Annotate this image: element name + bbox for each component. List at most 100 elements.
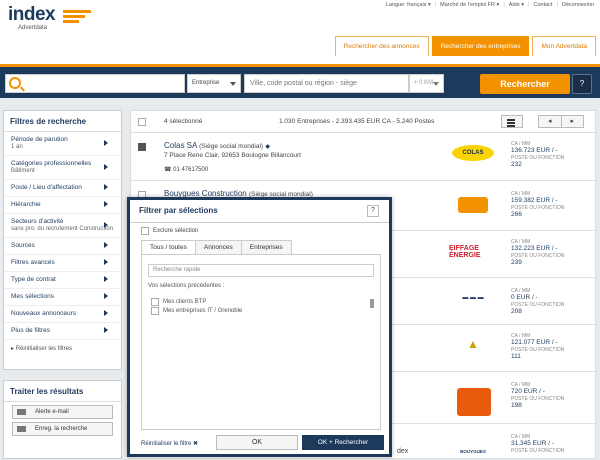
filter-new-advertisers[interactable]: Nouveaux annonceurs bbox=[4, 306, 121, 323]
filter-my-selections[interactable]: Mes sélections bbox=[4, 289, 121, 306]
chevron-right-icon bbox=[104, 184, 111, 190]
popover-footer: Réinitialiser le filtre ✖ OK OK + Recher… bbox=[130, 432, 389, 454]
company-logo: ▲ bbox=[467, 337, 479, 351]
filter-value: sans pro. du recrutement Construction bbox=[11, 226, 114, 232]
tab-ads[interactable]: Annonces bbox=[194, 240, 242, 255]
pager-prev-button[interactable]: ◂ bbox=[539, 116, 562, 127]
filter-label: Secteurs d'activité bbox=[11, 218, 64, 225]
exclude-selection-label: Exclure sélection bbox=[153, 228, 199, 234]
company-info: CA / MM 121.077 EUR / - POSTE OU FONCTIO… bbox=[511, 333, 565, 360]
exclude-selection-checkbox[interactable]: Exclure sélection bbox=[141, 227, 198, 235]
logo-bars-icon bbox=[63, 10, 91, 25]
save-icon bbox=[17, 426, 26, 432]
postes-value: 232 bbox=[511, 161, 522, 168]
tag-icon: ◆ bbox=[265, 144, 270, 150]
location-input[interactable]: Ville, code postal ou région - siège bbox=[244, 74, 409, 93]
logout-link[interactable]: Déconnexion bbox=[562, 2, 594, 8]
chevron-right-icon bbox=[104, 221, 111, 228]
filter-label: Sources bbox=[11, 242, 35, 249]
tab-companies[interactable]: Entreprises bbox=[240, 240, 292, 255]
chevron-right-icon bbox=[104, 293, 111, 299]
language-link[interactable]: Langue: français ▾ bbox=[386, 2, 431, 8]
company-logo: COLAS bbox=[452, 145, 494, 161]
filter-value: 1 an bbox=[11, 144, 23, 150]
selection-item[interactable]: Mes clients BTP bbox=[151, 298, 206, 306]
company-info: CA / MM 31.345 EUR / - POSTE OU FONCTION bbox=[511, 434, 565, 454]
quick-search-input[interactable]: Recherche rapide bbox=[148, 264, 374, 277]
list-menu-icon[interactable] bbox=[501, 115, 523, 128]
market-link[interactable]: Marché de l'emploi FR ▾ bbox=[440, 2, 499, 8]
filter-advanced[interactable]: Filtres avancés bbox=[4, 255, 121, 272]
tab-all[interactable]: Tous / toutes bbox=[141, 240, 196, 255]
filter-contract-type[interactable]: Type de contrat bbox=[4, 272, 121, 289]
row-checkbox[interactable] bbox=[138, 143, 146, 151]
filter-sources[interactable]: Sources bbox=[4, 238, 121, 255]
reset-filter-link[interactable]: Réinitialiser le filtre ✖ bbox=[141, 440, 198, 447]
help-link[interactable]: Aide ▾ bbox=[509, 2, 524, 8]
help-button[interactable]: ? bbox=[572, 74, 592, 94]
company-name[interactable]: Colas SA (Siège social mondial) ◆ bbox=[164, 141, 270, 150]
save-search-label: Enreg. la recherche bbox=[35, 426, 88, 432]
save-search-button[interactable]: Enreg. la recherche bbox=[12, 422, 113, 436]
filter-categories[interactable]: Catégories professionnelles Bâtiment bbox=[4, 156, 121, 180]
reset-filters-link[interactable]: ▸ Réinitialiser les filtres bbox=[4, 340, 121, 357]
tab-my-advertdata[interactable]: Mon Advertdata bbox=[532, 36, 596, 56]
table-row[interactable]: Colas SA (Siège social mondial) ◆ 7 Plac… bbox=[131, 133, 597, 181]
company-phone: ☎ 01 47617500 bbox=[164, 167, 209, 173]
filter-label: Mes sélections bbox=[11, 293, 54, 300]
tab-search-ads[interactable]: Rechercher des annonces bbox=[334, 36, 429, 56]
search-type-select[interactable]: Entreprise bbox=[187, 74, 241, 93]
email-alert-button[interactable]: Alerte e-mail bbox=[12, 405, 113, 419]
email-alert-label: Alerte e-mail bbox=[35, 409, 69, 415]
divider bbox=[130, 222, 389, 223]
filter-label: Type de contrat bbox=[11, 276, 56, 283]
selections-panel: Recherche rapide Vos sélections précéden… bbox=[141, 254, 381, 430]
checkbox[interactable] bbox=[151, 298, 159, 306]
tab-search-companies[interactable]: Rechercher des entreprises bbox=[431, 36, 530, 56]
chevron-right-icon bbox=[104, 276, 111, 282]
search-bar: Entreprise Ville, code postal ou région … bbox=[0, 64, 600, 98]
filter-label: Filtres avancés bbox=[11, 259, 55, 266]
logo[interactable]: index Advertdata bbox=[8, 4, 91, 31]
logo-text: index bbox=[8, 4, 56, 25]
chevron-right-icon bbox=[104, 139, 111, 146]
company-logo bbox=[457, 388, 491, 416]
checkbox[interactable] bbox=[141, 227, 149, 235]
contact-link[interactable]: Contact bbox=[533, 2, 552, 8]
ca-value: 136.723 EUR / - bbox=[511, 147, 558, 154]
ok-search-button[interactable]: OK + Rechercher bbox=[302, 435, 384, 450]
separator: | bbox=[503, 2, 505, 8]
checkbox[interactable] bbox=[151, 307, 159, 315]
chevron-right-icon bbox=[104, 310, 111, 316]
keyword-search-input[interactable] bbox=[5, 74, 185, 93]
pager-next-button[interactable]: ▸ bbox=[562, 116, 584, 127]
selected-count: 4 sélectionné bbox=[164, 118, 203, 125]
main-tabs: Rechercher des annonces Rechercher des e… bbox=[334, 36, 596, 56]
filter-hierarchy[interactable]: Hiérarchie bbox=[4, 197, 121, 214]
filter-post-location[interactable]: Poste / Lieu d'affectation bbox=[4, 180, 121, 197]
company-info: CA / MM 720 EUR / - POSTE OU FONCTION 19… bbox=[511, 382, 565, 409]
filter-sectors[interactable]: Secteurs d'activité sans pro. du recrute… bbox=[4, 214, 121, 238]
logo-subtitle: Advertdata bbox=[18, 25, 48, 31]
separator: | bbox=[528, 2, 530, 8]
selection-item[interactable]: Mes entreprises IT / Grenoble bbox=[151, 307, 242, 315]
company-info: CA / MM 0 EUR / - POSTE OU FONCTION 208 bbox=[511, 288, 565, 315]
filter-period[interactable]: Période de parution 1 an bbox=[4, 132, 121, 156]
scrollbar[interactable] bbox=[370, 299, 374, 308]
separator: | bbox=[556, 2, 558, 8]
filter-selections-popover: Filtrer par sélections ? Exclure sélecti… bbox=[127, 197, 392, 457]
popover-tabs: Tous / toutes Annonces Entreprises bbox=[141, 240, 292, 255]
search-button[interactable]: Rechercher bbox=[480, 74, 570, 94]
filter-label: Période de parution bbox=[11, 136, 68, 143]
chevron-right-icon bbox=[104, 242, 111, 248]
popover-title: Filtrer par sélections bbox=[139, 206, 218, 215]
popover-help-button[interactable]: ? bbox=[367, 205, 379, 217]
results-actions-panel: Traiter les résultats Alerte e-mail Enre… bbox=[3, 380, 122, 459]
filter-more[interactable]: Plus de filtres bbox=[4, 323, 121, 340]
search-icon bbox=[9, 77, 21, 89]
ok-button[interactable]: OK bbox=[216, 435, 298, 450]
company-info: CA / MM 136.723 EUR / - POSTE OU FONCTIO… bbox=[511, 141, 591, 169]
select-all-checkbox[interactable] bbox=[138, 118, 146, 126]
company-info: CA / MM 132.223 EUR / - POSTE OU FONCTIO… bbox=[511, 239, 565, 266]
distance-select[interactable]: + 0 KM bbox=[409, 74, 444, 93]
